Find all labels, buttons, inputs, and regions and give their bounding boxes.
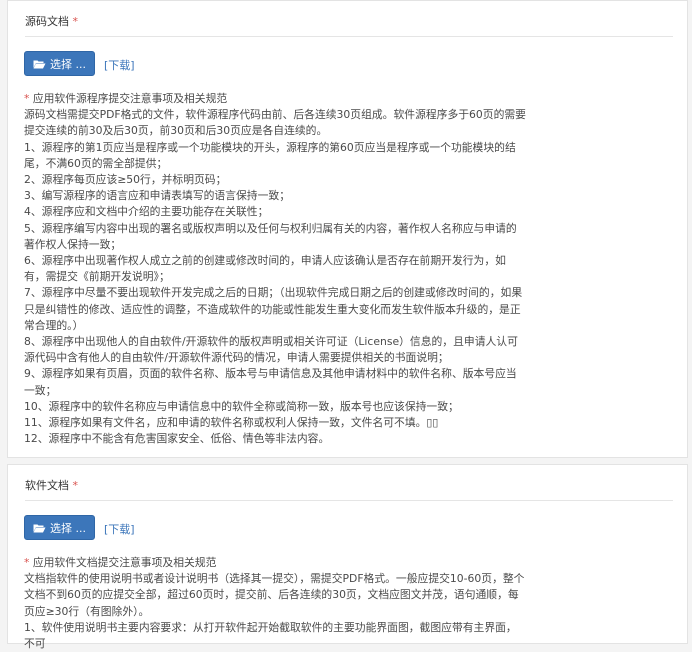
select-source-file-button[interactable]: 选择 ... (24, 51, 95, 76)
note-item: 11、源程序如果有文件名，应和申请的软件名称或权利人保持一致，文件名可不填。▯▯ (24, 416, 439, 430)
download-source-template-link[interactable]: [下载] (104, 57, 135, 73)
software-doc-panel: 软件文档 * 选择 ... [下载] * 应用软件文档提交注意事项及相关规范 文… (7, 464, 688, 650)
note-item: 源码文档需提交PDF格式的文件，软件源程序代码由前、后各连续30页组成。软件源程… (24, 108, 526, 138)
select-software-file-button[interactable]: 选择 ... (24, 515, 95, 540)
required-mark: * (72, 479, 79, 492)
folder-open-icon (33, 523, 46, 533)
note-item: 2、源程序每页应该≥50行，并标明页码； (24, 173, 227, 187)
notes-heading-text: 应用软件源程序提交注意事项及相关规范 (29, 92, 228, 105)
software-doc-title-text: 软件文档 (25, 479, 69, 492)
note-item: 9、源程序如果有页眉，页面的软件名称、版本号与申请信息及其他申请材料中的软件名称… (24, 367, 517, 397)
source-doc-title: 源码文档 * (25, 13, 78, 29)
note-item: 7、源程序中尽量不要出现软件开发完成之后的日期；（出现软件完成日期之后的创建或修… (24, 286, 523, 332)
divider (25, 500, 673, 501)
notes-heading: * 应用软件源程序提交注意事项及相关规范 (24, 91, 527, 107)
select-button-label: 选择 ... (50, 521, 86, 535)
divider (25, 36, 673, 37)
software-doc-notes: * 应用软件文档提交注意事项及相关规范 文档指软件的使用说明书或者设计说明书（选… (24, 555, 527, 652)
note-item: 1、源程序的第1页应当是程序或一个功能模块的开头，源程序的第60页应当是程序或一… (24, 140, 516, 170)
notes-heading: * 应用软件文档提交注意事项及相关规范 (24, 555, 527, 571)
notes-heading-text: 应用软件文档提交注意事项及相关规范 (29, 556, 217, 569)
software-doc-title: 软件文档 * (25, 477, 78, 493)
required-mark: * (72, 15, 79, 28)
note-item: 4、源程序应和文档中介绍的主要功能存在关联性； (24, 205, 269, 219)
source-doc-panel: 源码文档 * 选择 ... [下载] * 应用软件源程序提交注意事项及相关规范 … (7, 0, 688, 458)
select-button-label: 选择 ... (50, 57, 86, 71)
source-doc-notes: * 应用软件源程序提交注意事项及相关规范 源码文档需提交PDF格式的文件，软件源… (24, 91, 527, 447)
note-item: 文档指软件的使用说明书或者设计说明书（选择其一提交），需提交PDF格式。一般应提… (24, 572, 525, 618)
note-item: 10、源程序中的软件名称应与申请信息中的软件全称或简称一致，版本号也应该保持一致… (24, 399, 459, 413)
download-software-template-link[interactable]: [下载] (104, 521, 135, 537)
note-item: 12、源程序中不能含有危害国家安全、低俗、情色等非法内容。 (24, 432, 330, 446)
folder-open-icon (33, 59, 46, 69)
source-doc-title-text: 源码文档 (25, 15, 69, 28)
note-item: 8、源程序中出现他人的自由软件/开源软件的版权声明或相关许可证（License）… (24, 335, 518, 365)
note-item: 6、源程序中出现著作权人成立之前的创建或修改时间的，申请人应该确认是否存在前期开… (24, 254, 506, 284)
note-item: 1、软件使用说明书主要内容要求：从打开软件起开始截取软件的主要功能界面图，截图应… (24, 620, 517, 651)
note-item: 5、源程序编写内容中出现的署名或版权声明以及任何与权利归属有关的内容，著作权人名… (24, 221, 517, 251)
note-item: 3、编写源程序的语言应和申请表填写的语言保持一致； (24, 189, 290, 203)
